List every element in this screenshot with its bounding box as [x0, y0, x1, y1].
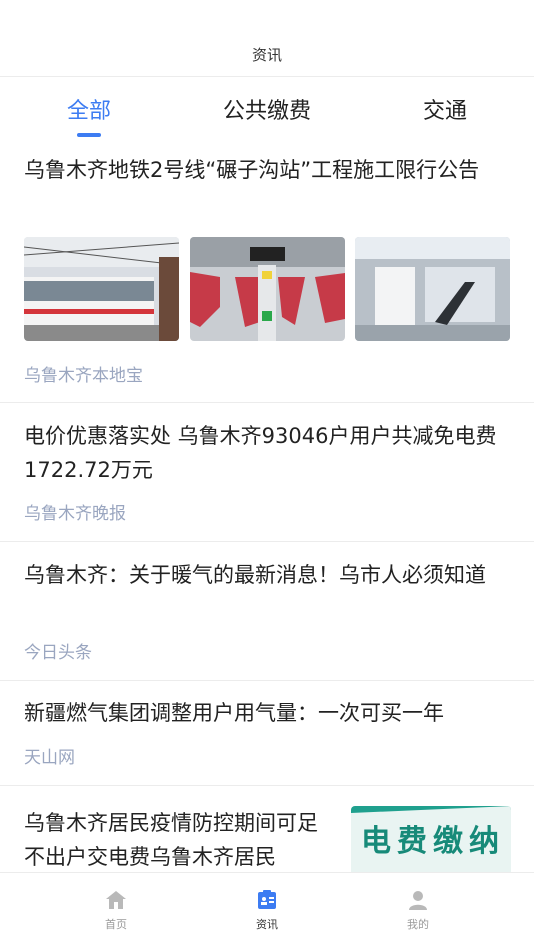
news-source: 乌鲁木齐本地宝 — [24, 366, 143, 386]
bottom-navigation: 首页 资讯 我的 — [0, 872, 534, 950]
top-bar: 资讯 — [0, 0, 534, 77]
news-title: 新疆燃气集团调整用户用气量：一次可买一年 — [24, 701, 444, 725]
home-icon — [106, 891, 126, 909]
news-source: 天山网 — [24, 748, 75, 768]
news-item[interactable]: 乌鲁木齐：关于暖气的最新消息！乌市人必须知道 今日头条 — [0, 542, 534, 681]
news-item[interactable]: 新疆燃气集团调整用户用气量：一次可买一年 天山网 — [0, 681, 534, 786]
profile-icon — [409, 891, 427, 910]
news-source: 乌鲁木齐晚报 — [24, 504, 126, 524]
news-source: 今日头条 — [24, 643, 92, 663]
nav-label: 我的 — [407, 918, 429, 931]
metro-train-image — [24, 237, 179, 341]
tab-traffic[interactable]: 交通 — [356, 93, 534, 125]
page-title: 资讯 — [251, 46, 282, 64]
tab-all[interactable]: 全部 — [0, 93, 178, 125]
news-icon — [258, 890, 276, 909]
news-title: 乌鲁木齐地铁2号线“碾子沟站”工程施工限行公告 — [24, 158, 480, 182]
news-item[interactable]: 乌鲁木齐地铁2号线“碾子沟站”工程施工限行公告 乌鲁木齐本地宝 — [0, 141, 534, 403]
category-tabs: 全部 公共缴费 交通 — [0, 77, 534, 141]
ticket-gate-image — [190, 237, 345, 341]
electricity-bill-image: 电费缴纳 — [351, 806, 511, 876]
news-title: 乌鲁木齐居民疫情防控期间可足不出户交电费乌鲁木齐居民 — [24, 811, 318, 869]
nav-profile[interactable]: 我的 — [329, 873, 507, 951]
station-escalator-image — [355, 237, 510, 341]
news-title: 乌鲁木齐：关于暖气的最新消息！乌市人必须知道 — [24, 563, 486, 587]
news-item[interactable]: 电价优惠落实处 乌鲁木齐93046户用户共减免电费1722.72万元 乌鲁木齐晚… — [0, 403, 534, 542]
tab-public-payment[interactable]: 公共缴费 — [178, 93, 356, 125]
active-tab-indicator — [77, 133, 101, 137]
news-item[interactable]: 乌鲁木齐居民疫情防控期间可足不出户交电费乌鲁木齐居民 电费缴纳 — [0, 786, 534, 876]
news-title: 电价优惠落实处 乌鲁木齐93046户用户共减免电费1722.72万元 — [24, 424, 497, 482]
